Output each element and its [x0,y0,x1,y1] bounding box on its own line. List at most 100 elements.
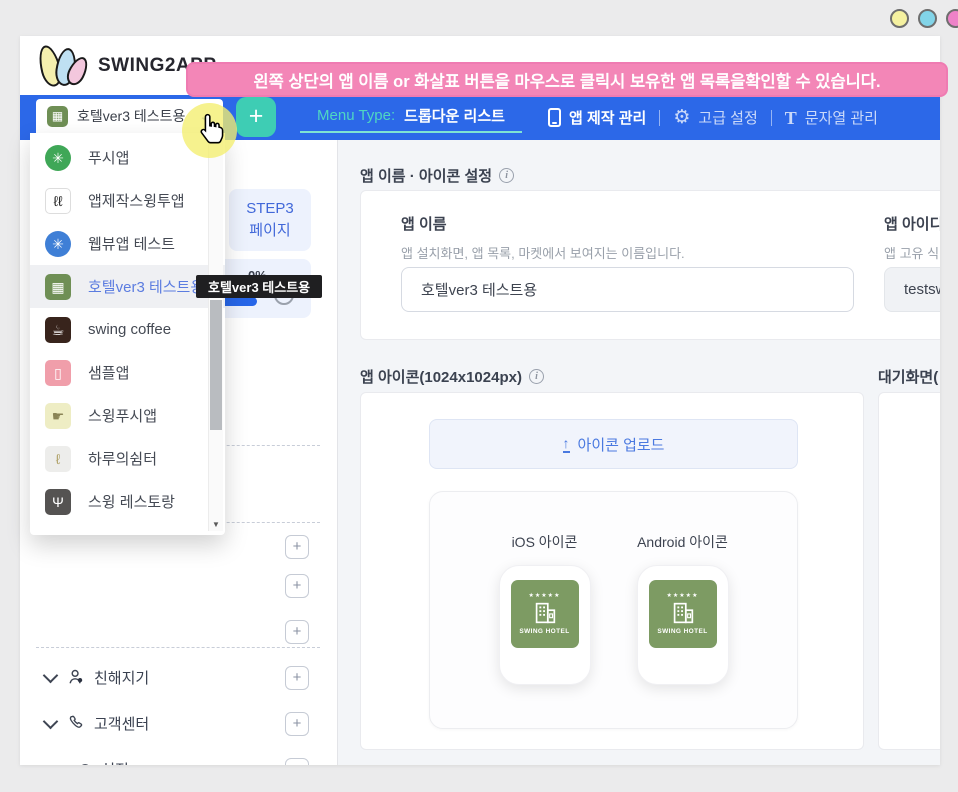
main-content: 앱 이름 · 아이콘 설정 앱 이름 앱 설치화면, 앱 목록, 마켓에서 보여… [338,140,940,765]
nav-divider [771,110,772,126]
add-menu-button[interactable] [285,712,309,736]
hotel-building-icon [531,601,559,625]
app-list-item[interactable]: ☛스윙푸시앱 [30,394,208,437]
hotel-building-icon [669,601,697,625]
nav-advanced-settings-label: 고급 설정 [698,107,757,128]
section-title-waiting-screen: 대기화면( [878,366,938,387]
android-icon-tile[interactable]: ★★★★★ SWING HOTEL [637,565,729,685]
sidebar-item-label: 고객센터 [94,713,149,734]
swing-hotel-app-icon: ★★★★★ SWING HOTEL [649,580,717,648]
add-menu-button[interactable] [285,620,309,644]
divider [36,647,320,648]
stars-icon: ★★★★★ [529,593,561,599]
dropdown-scrollbar[interactable] [208,133,223,531]
sidebar-item-label: 설정 [101,759,129,766]
info-icon[interactable] [529,369,544,384]
android-label: Android 아이콘 [637,532,728,552]
ios-label: iOS 아이콘 [512,532,578,552]
info-icon[interactable] [499,168,514,183]
app-id-desc: 앱 고유 식 [884,243,939,262]
person-icon [67,668,85,686]
add-menu-button[interactable] [285,758,309,765]
app-icon: ✳ [45,145,71,171]
app-icon-text: SWING HOTEL [519,629,569,636]
phone-handset-icon [67,714,85,732]
window-dot-cyan-icon[interactable] [918,9,937,28]
icon-preview-box: iOS 아이콘 ★★★★★ SWING HOTEL Android 아이콘 [429,491,798,729]
app-icon: ▯ [45,360,71,386]
app-name-card: 앱 이름 앱 설치화면, 앱 목록, 마켓에서 보여지는 이름입니다. 호텔ve… [360,190,940,340]
icon-upload-button[interactable]: 아이콘 업로드 [429,419,798,469]
add-menu-button[interactable] [285,535,309,559]
step3-line2: 페이지 [229,220,311,242]
window-dot-pink-icon[interactable] [946,9,958,28]
selected-app-name: 호텔ver3 테스트용 [77,106,185,126]
ios-icon-tile[interactable]: ★★★★★ SWING HOTEL [499,565,591,685]
app-icon-text: SWING HOTEL [657,629,707,636]
stars-icon: ★★★★★ [667,593,699,599]
app-name-input[interactable]: 호텔ver3 테스트용 [401,267,854,312]
section-title-app-icon: 앱 아이콘(1024x1024px) [360,366,544,387]
sidebar-item-label: 친해지기 [94,667,149,688]
section-title-text: 앱 아이콘(1024x1024px) [360,366,522,387]
app-icon: ℓℓ [45,188,71,214]
sidebar-item-support[interactable]: 고객센터 [20,711,149,735]
gear-dot-icon: ⊛ [78,761,92,766]
sidebar-item-settings[interactable]: ⊛ 설정 [64,757,129,765]
icon-upload-label: 아이콘 업로드 [578,434,665,455]
app-list-item[interactable]: ✳웹뷰앱 테스트 [30,222,208,265]
app-icon: ☕ [45,317,71,343]
step3-page-card[interactable]: STEP3 페이지 [229,189,311,251]
guide-banner: 왼쪽 상단의 앱 이름 or 화살표 버튼을 마우스로 클릭시 보유한 앱 목록… [186,62,948,97]
nav-string-manage-label: 문자열 관리 [805,107,878,128]
sidebar-item-friends[interactable]: 친해지기 [20,665,149,689]
menu-type-label: Menu Type: [317,107,395,124]
ios-icon-preview: iOS 아이콘 ★★★★★ SWING HOTEL [499,532,591,728]
app-id-input: testsw [884,267,940,312]
guide-banner-text: 왼쪽 상단의 앱 이름 or 화살표 버튼을 마우스로 클릭시 보유한 앱 목록… [253,68,880,92]
window-controls [890,9,958,28]
window-dot-yellow-icon[interactable] [890,9,909,28]
phone-icon [548,108,561,127]
hand-cursor-icon [198,113,225,149]
add-menu-button[interactable] [285,666,309,690]
toolbar-nav: 앱 제작 관리 ⚙ 고급 설정 T 문자열 관리 [548,95,878,140]
chevron-down-icon[interactable] [43,667,59,683]
gear-icon: ⚙ [673,108,690,127]
menu-type-value: 드롭다운 리스트 [404,105,505,126]
app-dropdown-panel: ✳푸시앱 ℓℓ앱제작스윙투앱 ✳웹뷰앱 테스트 ▦호텔ver3 테스트용 ☕sw… [30,133,225,535]
screen: SWING2APP ▦ 호텔ver3 테스트용 ⌄ + Menu Type: 드… [0,0,958,792]
nav-advanced-settings[interactable]: ⚙ 고급 설정 [673,107,757,128]
app-icon-card: 아이콘 업로드 iOS 아이콘 ★★★★★ SWING HOTEL [360,392,864,750]
swing-hotel-app-icon: ★★★★★ SWING HOTEL [511,580,579,648]
app-icon: ☛ [45,403,71,429]
tooltip-text: 호텔ver3 테스트용 [208,277,310,296]
app-list-item[interactable]: ✳푸시앱 [30,136,208,179]
section-title-text: 앱 이름 · 아이콘 설정 [360,165,492,186]
menu-type-selector[interactable]: Menu Type: 드롭다운 리스트 [300,99,522,133]
section-title-app-name: 앱 이름 · 아이콘 설정 [360,165,514,186]
section-title-text: 대기화면( [878,366,938,387]
app-list-item[interactable]: ☕swing coffee [30,308,208,351]
scrollbar-down-arrow-icon[interactable] [209,520,223,529]
upload-icon [563,436,570,453]
nav-app-build[interactable]: 앱 제작 관리 [548,107,646,128]
add-app-button[interactable]: + [236,97,276,137]
app-list-item[interactable]: ▯샘플앱 [30,351,208,394]
app-icon: ✳ [45,231,71,257]
app-name-label: 앱 이름 [401,213,447,234]
feather-logo-icon [36,42,88,90]
app-list-item[interactable]: Ψ스윙 레스토랑 [30,480,208,523]
chevron-down-icon[interactable] [43,713,59,729]
app-name-tooltip: 호텔ver3 테스트용 [196,275,322,298]
app-icon: ▦ [45,274,71,300]
app-icon: ℓ [45,446,71,472]
scrollbar-thumb[interactable] [210,300,222,430]
app-list-item[interactable]: ℓ하루의쉼터 [30,437,208,480]
app-list-item[interactable]: ℓℓ앱제작스윙투앱 [30,179,208,222]
selected-app-icon: ▦ [47,106,68,127]
nav-divider [659,110,660,126]
nav-string-manage[interactable]: T 문자열 관리 [785,107,878,128]
app-name-desc: 앱 설치화면, 앱 목록, 마켓에서 보여지는 이름입니다. [401,243,685,262]
add-menu-button[interactable] [285,574,309,598]
